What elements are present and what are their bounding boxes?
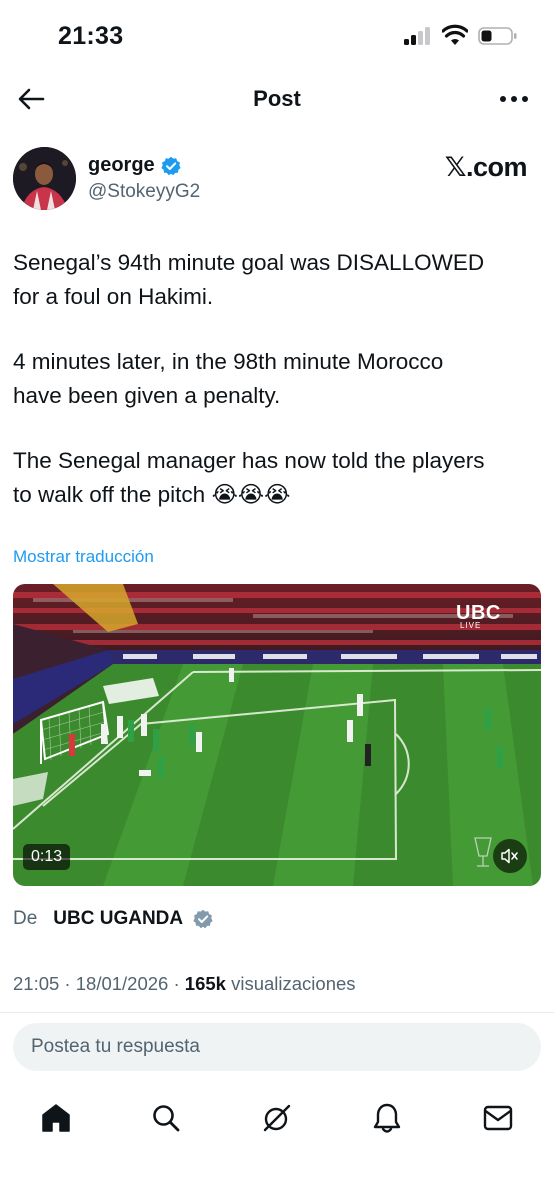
grok-icon — [263, 1104, 291, 1132]
more-options-button[interactable] — [494, 82, 534, 116]
author-handle[interactable]: @StokeyyG2 — [88, 181, 200, 203]
tweet-text: Senegal’s 94th minute goal was DISALLOWE… — [13, 246, 541, 543]
reply-input[interactable]: Postea tu respuesta — [13, 1023, 541, 1071]
tweet-line: Senegal’s 94th minute goal was DISALLOWE… — [13, 250, 485, 275]
divider — [0, 1012, 554, 1013]
notifications-icon — [373, 1103, 401, 1133]
page-title: Post — [253, 86, 301, 111]
views-count: 165k — [184, 973, 226, 994]
cellular-signal-icon — [404, 27, 434, 45]
video-attribution: De UBC UGANDA — [13, 908, 213, 930]
header: Post — [0, 70, 554, 130]
nav-grok[interactable] — [257, 1098, 297, 1138]
bottom-nav — [0, 1090, 554, 1150]
messages-icon — [483, 1105, 513, 1131]
reply-placeholder: Postea tu respuesta — [31, 1036, 200, 1057]
home-icon — [42, 1104, 70, 1132]
tweet-line: for a foul on Hakimi. — [13, 284, 214, 309]
views-label: visualizaciones — [231, 973, 356, 994]
tweet-line: to walk off the pitch 😭😭😭 — [13, 482, 291, 507]
post-date: 18/01/2026 — [75, 973, 169, 994]
nav-notifications[interactable] — [367, 1098, 407, 1138]
tweet-line: 4 minutes later, in the 98th minute Moro… — [13, 349, 444, 374]
broadcaster-live-label: LIVE — [460, 621, 482, 630]
nav-messages[interactable] — [478, 1098, 518, 1138]
author-name-row[interactable]: george — [88, 154, 181, 177]
speaker-muted-icon — [501, 848, 518, 864]
search-icon — [153, 1105, 180, 1132]
attribution-account[interactable]: UBC UGANDA — [53, 908, 183, 930]
translate-link[interactable]: Mostrar traducción — [13, 547, 154, 567]
tweet-paragraph: 4 minutes later, in the 98th minute Moro… — [13, 345, 541, 413]
tweet-line: The Senegal manager has now told the pla… — [13, 448, 485, 473]
mute-button[interactable] — [493, 839, 527, 873]
tweet-paragraph: The Senegal manager has now told the pla… — [13, 444, 541, 512]
post-time: 21:05 — [13, 973, 60, 994]
tweet-paragraph: Senegal’s 94th minute goal was DISALLOWE… — [13, 246, 541, 314]
author-name: george — [88, 154, 155, 176]
wifi-icon — [442, 24, 468, 45]
status-bar: 21:33 — [0, 0, 554, 70]
nav-search[interactable] — [146, 1098, 186, 1138]
nav-home[interactable] — [36, 1098, 76, 1138]
tweet-line: have been given a penalty. — [13, 383, 281, 408]
attribution-prefix: De — [13, 908, 38, 929]
video-player[interactable]: UBC LIVE 0:13 — [13, 584, 541, 886]
avatar[interactable] — [13, 147, 76, 210]
verified-badge-icon — [161, 156, 181, 175]
more-icon — [500, 96, 528, 102]
video-duration: 0:13 — [23, 844, 71, 870]
post-meta: 21:05 · 18/01/2026 · 165k visualizacione… — [13, 973, 356, 994]
battery-icon — [478, 27, 517, 45]
verified-gray-badge-icon — [193, 909, 213, 929]
source-label: 𝕏.com — [444, 152, 528, 182]
status-time: 21:33 — [58, 22, 124, 50]
